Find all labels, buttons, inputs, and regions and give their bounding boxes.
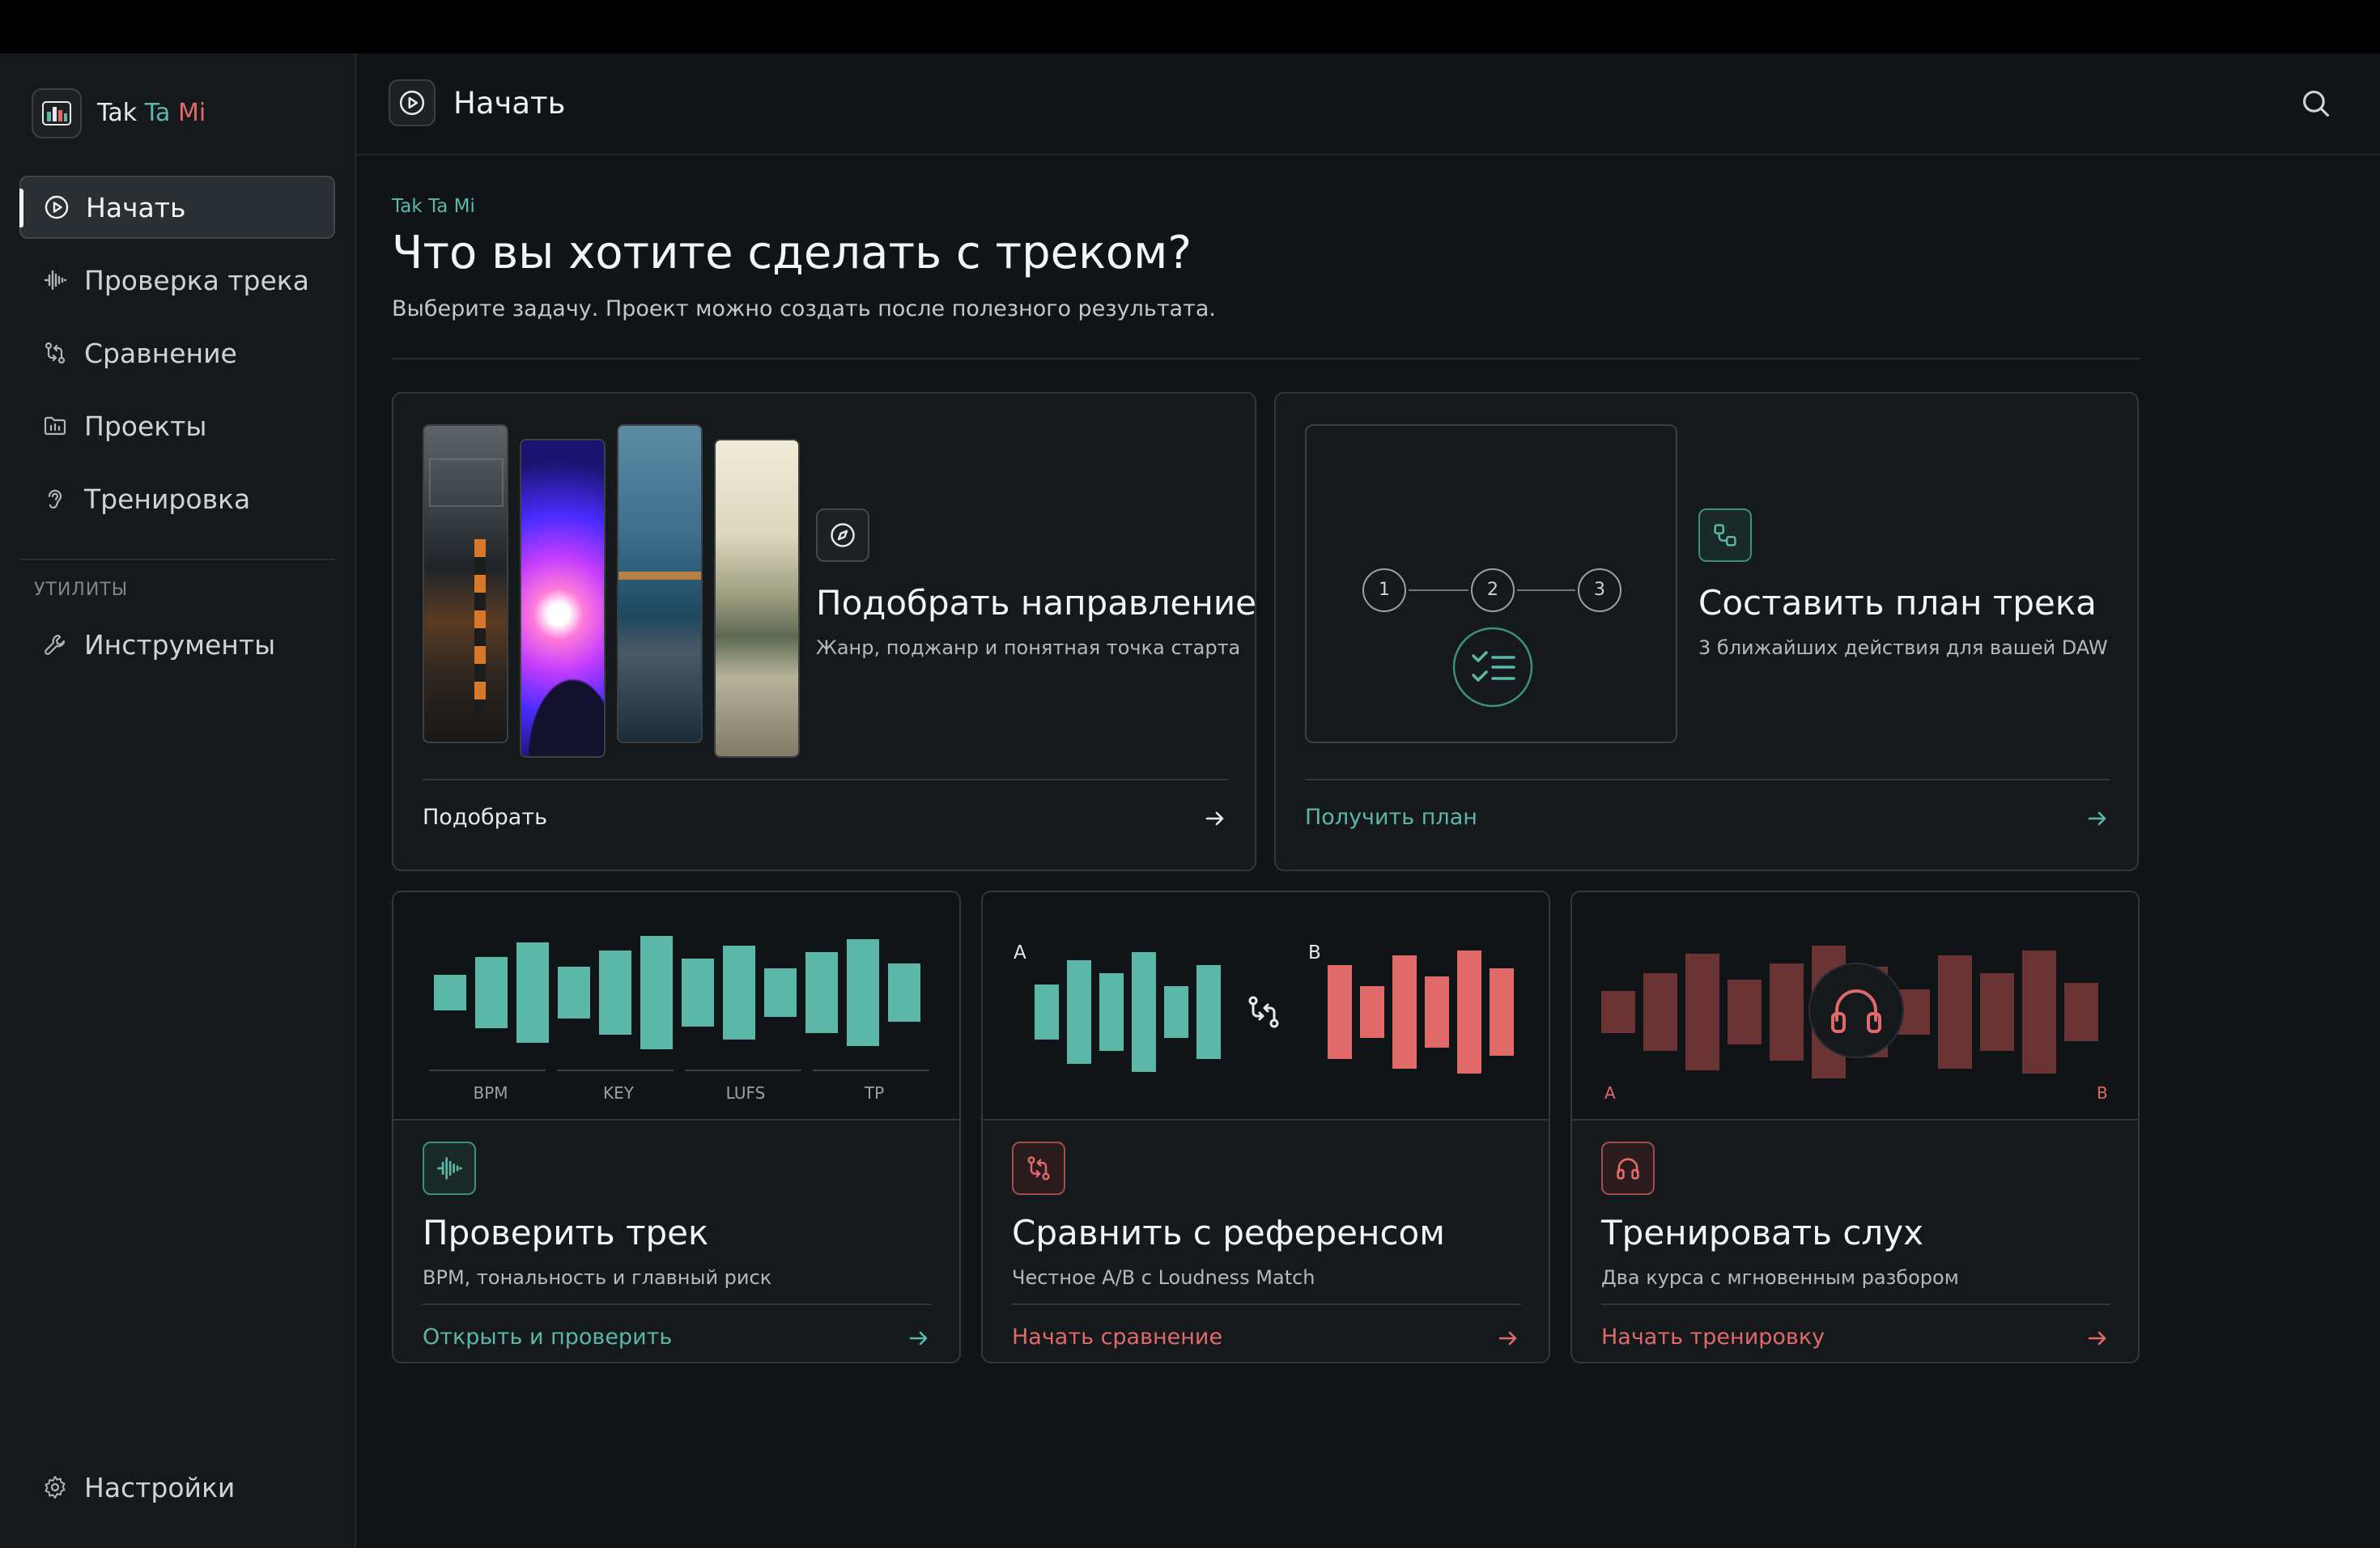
compare-arrows-icon	[1012, 1142, 1065, 1195]
window-top-bar	[0, 0, 2380, 53]
sidebar-item-settings[interactable]: Настройки	[19, 1456, 335, 1519]
card-subtitle: Честное A/B с Loudness Match	[1012, 1266, 1315, 1289]
photo-misty-landscape	[714, 439, 800, 758]
card-compare[interactable]: A B Сравнить с референсом Честное A/B с …	[981, 891, 1550, 1363]
step-3: 3	[1594, 580, 1605, 600]
card-title: Составить план трека	[1698, 583, 2097, 623]
card-divider	[1305, 779, 2110, 780]
photo-city	[423, 424, 508, 743]
metric-lufs: LUFS	[725, 1083, 766, 1103]
page-header: Начать	[356, 53, 2380, 155]
compare-arrows-icon	[39, 337, 71, 369]
sidebar-item-label: Сравнение	[84, 337, 237, 369]
metric-key: KEY	[603, 1083, 634, 1103]
divider	[392, 358, 2140, 359]
step-2: 2	[1487, 580, 1498, 600]
arrow-right-icon[interactable]	[2085, 806, 2110, 831]
waveform-icon	[39, 264, 71, 296]
card-title: Сравнить с референсом	[1012, 1213, 1445, 1252]
app-logo[interactable]	[32, 88, 82, 138]
logo-icon	[42, 101, 71, 125]
folder-icon	[39, 410, 71, 442]
compass-icon	[816, 508, 869, 562]
card-check-track[interactable]: BPM KEY LUFS TP Проверить трек BPM, тона…	[392, 891, 961, 1363]
arrow-right-icon[interactable]	[907, 1326, 931, 1350]
card-divider	[1012, 1303, 1521, 1305]
cta-open-check[interactable]: Открыть и проверить	[423, 1325, 672, 1350]
sidebar-item-label: Проверка трека	[84, 264, 309, 296]
gear-icon	[39, 1471, 71, 1503]
ear-icon	[39, 483, 71, 515]
page-title: Что вы хотите сделать с треком?	[392, 227, 1192, 279]
card-title: Подобрать направление	[816, 583, 1256, 623]
metric-bpm: BPM	[473, 1083, 508, 1103]
card-subtitle: BPM, тональность и главный риск	[423, 1266, 772, 1289]
sidebar-item-track-check[interactable]: Проверка трека	[19, 249, 335, 312]
header-title: Начать	[453, 86, 566, 121]
card-subtitle: Два курса с мгновенным разбором	[1601, 1266, 1959, 1289]
ab-preview: A B	[983, 892, 1549, 1121]
plan-preview: 1 2 3	[1305, 424, 1677, 743]
play-circle-icon	[40, 191, 73, 223]
waveform-icon	[423, 1142, 476, 1195]
sidebar-item-label: Настройки	[84, 1471, 236, 1503]
sidebar-item-label: Инструменты	[84, 628, 276, 661]
card-divider	[423, 779, 1227, 780]
waveform-preview: BPM KEY LUFS TP	[393, 892, 959, 1121]
sidebar-item-projects[interactable]: Проекты	[19, 394, 335, 457]
sidebar-item-start[interactable]: Начать	[19, 176, 335, 239]
card-title: Проверить трек	[423, 1213, 709, 1252]
sidebar-item-tools[interactable]: Инструменты	[19, 613, 335, 676]
play-circle-icon	[389, 79, 436, 126]
cta-start-training[interactable]: Начать тренировку	[1601, 1325, 1825, 1350]
sidebar-divider	[19, 559, 335, 560]
label-a: A	[1014, 942, 1026, 963]
photo-rain-window	[617, 424, 703, 743]
label-b: B	[1308, 942, 1321, 963]
cta-start-compare[interactable]: Начать сравнение	[1012, 1325, 1222, 1350]
page-subtitle: Выберите задачу. Проект можно создать по…	[392, 296, 1216, 321]
ear-training-preview: A B	[1572, 892, 2138, 1121]
card-direction[interactable]: Подобрать направление Жанр, поджанр и по…	[392, 392, 1256, 871]
search-icon[interactable]	[2299, 87, 2333, 121]
sidebar: Tak Ta Mi Начать Проверка трека Сравнени…	[0, 53, 356, 1548]
page-eyebrow: Tak Ta Mi	[392, 196, 475, 217]
metric-tp: TP	[864, 1083, 885, 1103]
sidebar-item-label: Тренировка	[84, 483, 251, 515]
sidebar-item-compare[interactable]: Сравнение	[19, 321, 335, 385]
photo-concert	[520, 439, 606, 758]
sidebar-item-label: Проекты	[84, 410, 207, 442]
card-divider	[1601, 1303, 2110, 1305]
step-1: 1	[1379, 580, 1390, 600]
arrow-right-icon[interactable]	[2085, 1326, 2110, 1350]
sidebar-item-training[interactable]: Тренировка	[19, 467, 335, 530]
card-plan[interactable]: 1 2 3 Составить план трека 3 ближайших д…	[1274, 392, 2139, 871]
main-content: Начать Tak Ta Mi Что вы хотите сделать с…	[356, 53, 2380, 1548]
arrow-right-icon[interactable]	[1203, 806, 1227, 831]
card-subtitle: Жанр, поджанр и понятная точка старта	[816, 636, 1241, 659]
label-a: A	[1604, 1083, 1616, 1103]
cta-pick[interactable]: Подобрать	[423, 805, 547, 830]
flow-icon	[1698, 508, 1752, 562]
card-subtitle: 3 ближайших действия для вашей DAW	[1698, 636, 2108, 659]
sidebar-item-label: Начать	[86, 191, 186, 223]
arrow-right-icon[interactable]	[1496, 1326, 1520, 1350]
wrench-icon	[39, 628, 71, 661]
card-divider	[423, 1303, 932, 1305]
brand-name: Tak Ta Mi	[97, 99, 206, 127]
label-b: B	[2097, 1083, 2108, 1103]
card-title: Тренировать слух	[1601, 1213, 1923, 1252]
section-label-utilities: УТИЛИТЫ	[34, 580, 129, 600]
headphones-icon	[1601, 1142, 1655, 1195]
card-training[interactable]: A B Тренировать слух Два курса с мгновен…	[1570, 891, 2140, 1363]
cta-get-plan[interactable]: Получить план	[1305, 805, 1477, 830]
